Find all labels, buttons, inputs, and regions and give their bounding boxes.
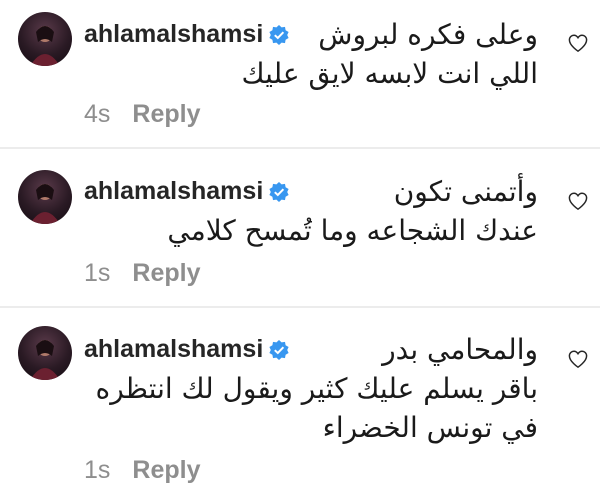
reply-button[interactable]: Reply xyxy=(132,100,200,129)
comment-text-line: عندك الشجاعه وما تُمسح كلامي xyxy=(167,214,538,247)
reply-button[interactable]: Reply xyxy=(132,259,200,288)
comment-text-line: وعلى فكره لبروش xyxy=(318,18,538,51)
divider xyxy=(0,306,600,308)
reply-button[interactable]: Reply xyxy=(132,456,200,485)
comment-text-line: في تونس الخضراء xyxy=(322,411,538,444)
username[interactable]: ahlamalshamsi xyxy=(84,177,263,206)
timestamp: 4s xyxy=(84,100,111,128)
avatar[interactable] xyxy=(18,326,72,380)
comment-text-line: والمحامي بدر xyxy=(382,333,538,366)
username[interactable]: ahlamalshamsi xyxy=(84,20,263,49)
verified-badge-icon xyxy=(269,181,289,202)
username[interactable]: ahlamalshamsi xyxy=(84,335,263,364)
divider xyxy=(0,147,600,149)
like-heart-icon[interactable] xyxy=(568,192,588,210)
verified-badge-icon xyxy=(269,339,289,360)
avatar[interactable] xyxy=(18,170,72,224)
timestamp: 1s xyxy=(84,259,111,287)
comment-text-line: باقر يسلم عليك كثير ويقول لك انتظره xyxy=(95,372,538,405)
avatar[interactable] xyxy=(18,12,72,66)
timestamp: 1s xyxy=(84,456,111,484)
comment-text-line: اللي انت لابسه لايق عليك xyxy=(241,57,538,90)
verified-badge-icon xyxy=(269,24,289,45)
like-heart-icon[interactable] xyxy=(568,350,588,368)
comment-text-line: وأتمنى تكون xyxy=(393,175,538,208)
like-heart-icon[interactable] xyxy=(568,34,588,52)
